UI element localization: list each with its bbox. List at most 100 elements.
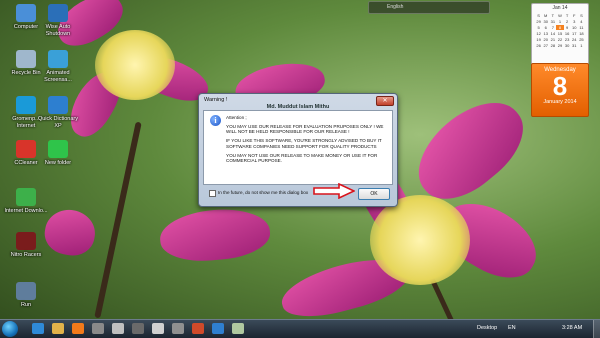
calendar-day[interactable]: 1 [556, 19, 563, 24]
wallpaper-flower-center [95, 30, 175, 100]
recycle-bin-icon [16, 50, 36, 68]
dialog-message: Attention ; YOU MAY USE OUR RELEASE FOR … [226, 115, 390, 167]
desktop-icon[interactable]: Wise Auto Shutdown [36, 4, 80, 37]
calendar-day[interactable]: 2 [564, 19, 571, 24]
dialog-paragraph: YOU MAY NOT USE OUR RELEASE TO MAKE MONE… [226, 152, 378, 164]
app-icon[interactable] [92, 323, 104, 334]
calendar-day[interactable]: 23 [564, 37, 571, 42]
calendar-day[interactable]: 10 [571, 25, 578, 30]
calendar-day[interactable]: 4 [578, 19, 585, 24]
dont-show-again-label[interactable]: In the future, do not show me this dialo… [218, 190, 308, 195]
calendar-day[interactable]: 29 [556, 43, 563, 48]
attention-label: Attention ; [226, 115, 247, 120]
calendar-day[interactable]: 15 [556, 31, 563, 36]
calendar-day[interactable]: 12 [535, 31, 542, 36]
calendar-day[interactable]: 19 [535, 37, 542, 42]
explorer-icon[interactable] [52, 323, 64, 334]
language-indicator[interactable]: EN [508, 325, 516, 331]
calendar-day[interactable]: 20 [542, 37, 549, 42]
app-icon[interactable] [192, 323, 204, 334]
calendar-gadget[interactable]: Jan 14 S M T W T F S 29 30 31 1 2 3 4 5 6 7 8 9 10 11 12 13 14 1… [531, 3, 589, 65]
gadget-language-label: English [387, 4, 404, 10]
day-page-month-year: January 2014 [543, 99, 577, 105]
dont-show-again-checkbox[interactable] [209, 190, 216, 197]
desktop-icon[interactable]: Nitro Racers [4, 232, 48, 259]
dialog-footer: In the future, do not show me this dialo… [203, 187, 391, 200]
desktop-icon-label: Nitro Racers [10, 252, 42, 258]
calendar-day[interactable]: 25 [578, 37, 585, 42]
calendar-weekday: T [551, 13, 555, 18]
calendar-day[interactable]: 14 [549, 31, 556, 36]
desktop-icon-label: New folder [44, 160, 72, 166]
calendar-day[interactable]: 29 [535, 19, 542, 24]
calendar-day[interactable]: 1 [578, 43, 585, 48]
calendar-day[interactable]: 6 [542, 25, 549, 30]
calendar-day[interactable]: 30 [564, 43, 571, 48]
app-icon[interactable] [152, 323, 164, 334]
day-page-gadget[interactable]: Wednesday 8 January 2014 [531, 63, 589, 117]
download-icon [16, 188, 36, 206]
calendar-weekday: W [558, 13, 562, 18]
ie-icon[interactable] [32, 323, 44, 334]
desktop-toolbar-label[interactable]: Desktop [477, 325, 497, 331]
day-page-day: 8 [552, 71, 568, 101]
calendar-day[interactable]: 24 [571, 37, 578, 42]
media-player-icon[interactable] [72, 323, 84, 334]
dialog-body: i Attention ; YOU MAY USE OUR RELEASE FO… [203, 110, 393, 185]
calendar-day[interactable]: 28 [549, 43, 556, 48]
dialog-paragraph: IF YOU LIKE THIS SOFTWARE, YOU'RE STRONG… [226, 138, 382, 149]
calendar-day[interactable]: 3 [571, 19, 578, 24]
calendar-weekday: S [580, 13, 583, 18]
ccleaner-icon [16, 140, 36, 158]
calendar-day[interactable]: 7 [549, 25, 556, 30]
desktop-icon[interactable]: Internet Downlo... [4, 188, 48, 215]
desktop-icon-label: Quick Dictionary XP [37, 116, 79, 129]
desktop-icon[interactable]: Run [4, 282, 48, 309]
dialog-paragraph: YOU MAY USE OUR RELEASE FOR EVALUATION P… [226, 123, 384, 135]
calendar-day[interactable]: 13 [542, 31, 549, 36]
run-icon [16, 282, 36, 300]
calendar-day[interactable]: 9 [564, 25, 571, 30]
calendar-day[interactable]: 18 [578, 31, 585, 36]
screensaver-icon [48, 50, 68, 68]
calendar-day[interactable]: 27 [542, 43, 549, 48]
calendar-month: Jan 14 [552, 5, 568, 11]
calendar-day[interactable]: 8 [556, 25, 564, 30]
app-icon[interactable] [212, 323, 224, 334]
calendar-day[interactable]: 31 [549, 19, 556, 24]
calendar-day[interactable]: 17 [571, 31, 578, 36]
desktop-icon[interactable]: Quick Dictionary XP [36, 96, 80, 129]
app-icon[interactable] [232, 323, 244, 334]
show-desktop-button[interactable] [593, 320, 600, 338]
calendar-day[interactable]: 30 [542, 19, 549, 24]
top-gadget-bar[interactable]: English [368, 1, 490, 14]
app-icon[interactable] [132, 323, 144, 334]
calendar-weekday: M [544, 13, 548, 18]
app-icon[interactable] [172, 323, 184, 334]
calendar-day[interactable]: 5 [535, 25, 542, 30]
calendar-day[interactable]: 31 [571, 43, 578, 48]
warning-dialog: Warning ! ✕ Md. Muddut Islam Mithu i Att… [198, 93, 398, 207]
info-icon: i [210, 115, 221, 126]
wallpaper-flower-center [370, 195, 470, 285]
desktop-icon[interactable]: Animated Screensa... [36, 50, 80, 83]
desktop-icon-label: Wise Auto Shutdown [45, 24, 71, 37]
taskbar: Desktop EN 3:28 AM [0, 319, 600, 338]
calendar-day[interactable]: 22 [556, 37, 563, 42]
computer-icon [16, 4, 36, 22]
wallpaper-stem [94, 121, 142, 319]
calendar-day[interactable]: 21 [549, 37, 556, 42]
ok-button[interactable]: OK [358, 188, 390, 200]
calendar-weekday: T [565, 13, 569, 18]
dialog-title: Warning ! [204, 97, 228, 103]
calendar-weekday: S [537, 13, 540, 18]
app-icon[interactable] [112, 323, 124, 334]
desktop-icon[interactable]: New folder [36, 140, 80, 167]
calendar-grid: S M T W T F S 29 30 31 1 2 3 4 5 6 7 8 9 10 11 12 13 14 15 16 17 18… [535, 13, 585, 48]
start-button[interactable] [2, 321, 18, 337]
clock[interactable]: 3:28 AM [562, 325, 582, 331]
calendar-day[interactable]: 16 [564, 31, 571, 36]
globe-icon [16, 96, 36, 114]
calendar-day[interactable]: 11 [578, 25, 585, 30]
calendar-day[interactable]: 26 [535, 43, 542, 48]
